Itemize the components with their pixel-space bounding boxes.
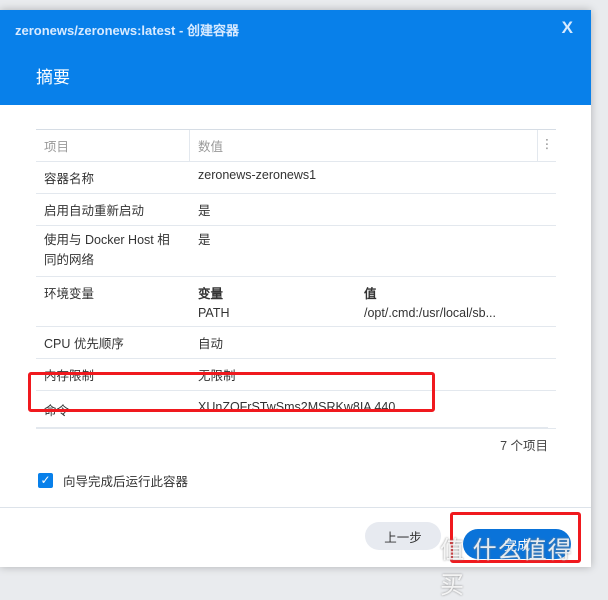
table-row: CPU 优先顺序 自动 bbox=[36, 327, 556, 359]
row-value: 自动 bbox=[198, 337, 224, 351]
table-header: 项目 数值 ⋮ bbox=[36, 130, 556, 162]
column-header-value[interactable]: 数值 bbox=[190, 130, 538, 161]
row-label: 使用与 Docker Host 相同的网络 bbox=[44, 233, 170, 267]
row-value: zeronews-zeronews1 bbox=[198, 168, 317, 182]
checkbox-checked-icon[interactable]: ✓ bbox=[38, 473, 53, 488]
run-after-wizard-checkbox[interactable]: ✓ 向导完成后运行此容器 bbox=[38, 471, 188, 490]
column-header-item[interactable]: 项目 bbox=[36, 130, 190, 161]
row-value: 是 bbox=[198, 204, 211, 218]
watermark: 值 什么值得买 bbox=[440, 537, 573, 599]
table-row: 使用与 Docker Host 相同的网络 是 bbox=[36, 226, 556, 277]
item-count: 7 个项目 bbox=[36, 427, 548, 454]
row-label: 环境变量 bbox=[44, 287, 95, 301]
column-menu-icon[interactable]: ⋮ bbox=[538, 130, 556, 161]
env-header-value: 值 bbox=[364, 287, 377, 301]
row-label: 容器名称 bbox=[44, 172, 95, 186]
checkbox-label: 向导完成后运行此容器 bbox=[63, 475, 189, 489]
dialog-header: zeronews/zeronews:latest - 创建容器 X 摘要 bbox=[0, 10, 591, 105]
env-value: /opt/.cmd:/usr/local/sb... bbox=[364, 306, 496, 320]
row-value: 是 bbox=[198, 233, 211, 247]
page-title: 摘要 bbox=[36, 68, 70, 87]
env-header-var: 变量 bbox=[198, 287, 224, 301]
table-row: 环境变量 变量 值 PATH /opt/.cmd:/usr/local/sb..… bbox=[36, 277, 556, 327]
highlight-box bbox=[28, 372, 435, 412]
env-var: PATH bbox=[198, 306, 230, 320]
previous-button[interactable]: 上一步 bbox=[365, 522, 441, 550]
table-row: 容器名称 zeronews-zeronews1 bbox=[36, 162, 556, 194]
row-label: CPU 优先顺序 bbox=[44, 337, 124, 351]
row-label: 启用自动重新启动 bbox=[44, 204, 145, 218]
close-icon[interactable]: X bbox=[562, 18, 573, 38]
env-table: 变量 值 PATH /opt/.cmd:/usr/local/sb... bbox=[190, 277, 556, 326]
footer-divider bbox=[0, 507, 591, 508]
table-row: 启用自动重新启动 是 bbox=[36, 194, 556, 226]
window-title: zeronews/zeronews:latest - 创建容器 bbox=[15, 23, 239, 38]
create-container-dialog: zeronews/zeronews:latest - 创建容器 X 摘要 项目 … bbox=[0, 10, 591, 599]
